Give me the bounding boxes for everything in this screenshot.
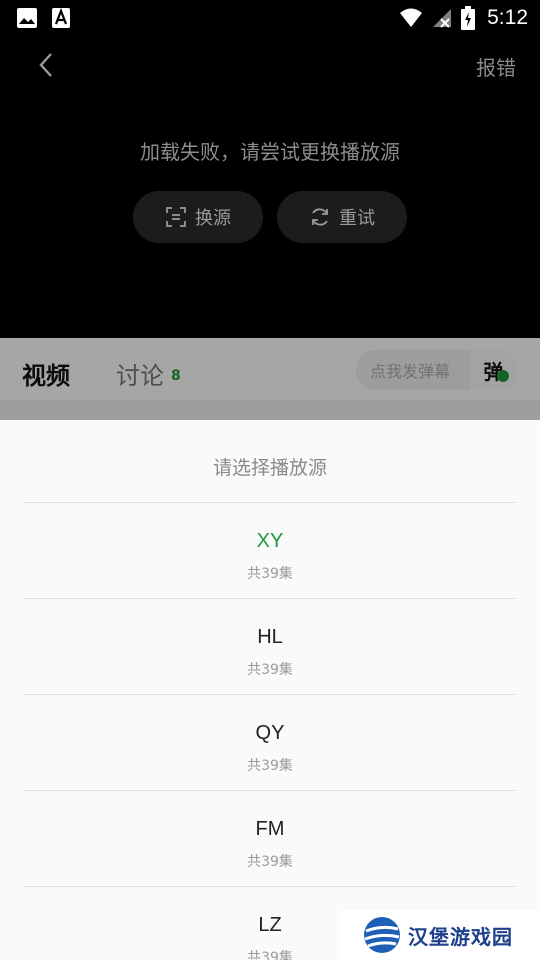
source-item-hl[interactable]: HL 共39集 [24, 599, 516, 695]
switch-source-icon [166, 207, 186, 227]
source-episodes: 共39集 [247, 566, 293, 582]
image-icon [17, 8, 37, 28]
source-item-fm[interactable]: FM 共39集 [24, 791, 516, 887]
source-item-xy[interactable]: XY 共39集 [24, 503, 516, 599]
source-name: QY [255, 722, 285, 744]
watermark-text: 汉堡游戏园 [408, 924, 513, 949]
back-chevron-icon[interactable] [32, 50, 62, 80]
source-episodes: 共39集 [247, 662, 293, 678]
dim-overlay[interactable] [0, 338, 540, 420]
source-picker-sheet: 请选择播放源 XY 共39集 HL 共39集 QY 共39集 FM 共39集 L… [0, 420, 540, 960]
retry-label: 重试 [339, 208, 375, 229]
source-name: FM [255, 818, 285, 840]
a-icon [52, 7, 70, 28]
watermark: 汉堡游戏园 [340, 910, 540, 960]
signal-icon [433, 9, 452, 28]
video-player: 报错 加载失败，请尝试更换播放源 换源 重试 [0, 36, 540, 338]
source-name: HL [257, 626, 283, 648]
error-message: 加载失败，请尝试更换播放源 [140, 140, 400, 164]
source-name: XY [256, 530, 284, 552]
sheet-title: 请选择播放源 [212, 457, 327, 479]
wifi-icon [400, 8, 423, 27]
refresh-icon [312, 208, 328, 226]
retry-button[interactable]: 重试 [277, 191, 407, 243]
globe-logo-icon [364, 917, 400, 953]
switch-source-label: 换源 [195, 208, 231, 229]
clock: 5:12 [487, 6, 528, 29]
report-button[interactable]: 报错 [476, 52, 516, 81]
battery-icon [461, 6, 476, 30]
status-bar: 5:12 [0, 0, 540, 36]
source-item-qy[interactable]: QY 共39集 [24, 695, 516, 791]
source-episodes: 共39集 [247, 854, 293, 870]
source-episodes: 共39集 [247, 758, 293, 774]
switch-source-button[interactable]: 换源 [133, 191, 263, 243]
